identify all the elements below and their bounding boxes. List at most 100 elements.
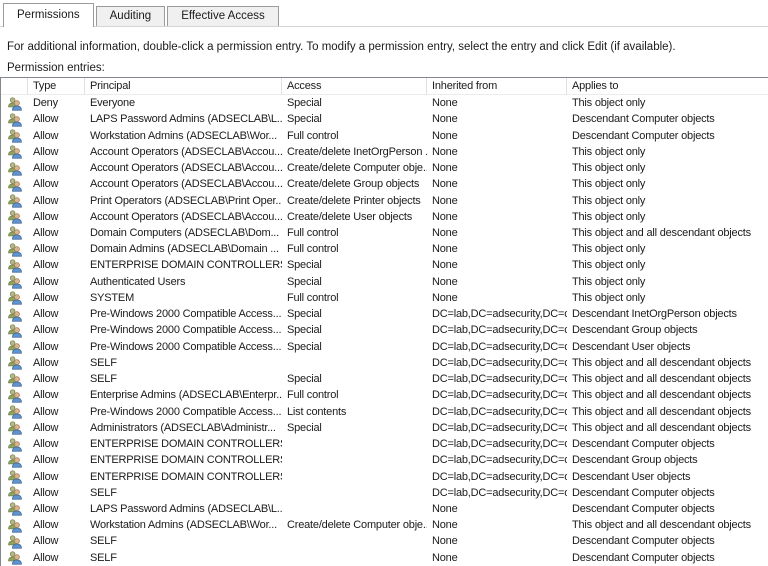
cell-access: Create/delete Printer objects: [282, 193, 427, 209]
cell-applies-to: Descendant Computer objects: [567, 501, 768, 517]
tab-effective-access[interactable]: Effective Access: [167, 6, 279, 26]
permission-row[interactable]: Allow ENTERPRISE DOMAIN CONTROLLERS DC=l…: [1, 452, 768, 468]
cell-type: Allow: [28, 420, 85, 436]
column-header-access[interactable]: Access: [282, 78, 427, 95]
user-group-icon: [7, 437, 22, 452]
cell-principal: Authenticated Users: [85, 274, 282, 290]
cell-access: [282, 452, 427, 468]
permission-entries-list: Type Principal Access Inherited from App…: [0, 77, 768, 566]
list-header: Type Principal Access Inherited from App…: [1, 78, 768, 95]
cell-type: Allow: [28, 339, 85, 355]
cell-principal: Pre-Windows 2000 Compatible Access...: [85, 322, 282, 338]
user-group-icon: [7, 339, 22, 354]
cell-principal: Account Operators (ADSECLAB\Accou...: [85, 176, 282, 192]
tab-auditing[interactable]: Auditing: [96, 6, 166, 26]
permission-row[interactable]: Allow Print Operators (ADSECLAB\Print Op…: [1, 192, 768, 208]
column-header-principal[interactable]: Principal: [85, 78, 282, 95]
user-group-icon: [7, 144, 22, 159]
permission-row[interactable]: Allow Workstation Admins (ADSECLAB\Wor..…: [1, 127, 768, 143]
permission-row[interactable]: Allow ENTERPRISE DOMAIN CONTROLLERS DC=l…: [1, 436, 768, 452]
permission-row[interactable]: Allow Workstation Admins (ADSECLAB\Wor..…: [1, 517, 768, 533]
user-group-icon: [7, 307, 22, 322]
cell-type: Allow: [28, 225, 85, 241]
permission-row[interactable]: Allow SELF DC=lab,DC=adsecurity,DC=org D…: [1, 485, 768, 501]
permission-row[interactable]: Allow SYSTEM Full control None This obje…: [1, 290, 768, 306]
cell-inherited-from: DC=lab,DC=adsecurity,DC=org: [427, 339, 567, 355]
permission-row[interactable]: Allow SELF None Descendant Computer obje…: [1, 550, 768, 566]
cell-type: Allow: [28, 193, 85, 209]
permission-row[interactable]: Allow Domain Computers (ADSECLAB\Dom... …: [1, 225, 768, 241]
cell-applies-to: This object and all descendant objects: [567, 517, 768, 533]
permission-row[interactable]: Allow LAPS Password Admins (ADSECLAB\L..…: [1, 111, 768, 127]
permission-row[interactable]: Allow SELF Special DC=lab,DC=adsecurity,…: [1, 371, 768, 387]
permission-row[interactable]: Allow Enterprise Admins (ADSECLAB\Enterp…: [1, 387, 768, 403]
cell-access: Create/delete Computer obje...: [282, 517, 427, 533]
permission-row[interactable]: Allow Pre-Windows 2000 Compatible Access…: [1, 339, 768, 355]
cell-principal: Account Operators (ADSECLAB\Accou...: [85, 209, 282, 225]
cell-access: Special: [282, 306, 427, 322]
permission-row[interactable]: Allow Pre-Windows 2000 Compatible Access…: [1, 306, 768, 322]
cell-inherited-from: DC=lab,DC=adsecurity,DC=org: [427, 485, 567, 501]
permission-row[interactable]: Allow Authenticated Users Special None T…: [1, 274, 768, 290]
permission-row[interactable]: Deny Everyone Special None This object o…: [1, 95, 768, 111]
cell-inherited-from: DC=lab,DC=adsecurity,DC=org: [427, 387, 567, 403]
user-group-icon: [7, 518, 22, 533]
cell-inherited-from: DC=lab,DC=adsecurity,DC=org: [427, 469, 567, 485]
permission-row[interactable]: Allow Domain Admins (ADSECLAB\Domain ...…: [1, 241, 768, 257]
cell-inherited-from: None: [427, 209, 567, 225]
permission-row[interactable]: Allow Pre-Windows 2000 Compatible Access…: [1, 322, 768, 338]
cell-applies-to: Descendant Group objects: [567, 452, 768, 468]
cell-access: Full control: [282, 225, 427, 241]
cell-principal: ENTERPRISE DOMAIN CONTROLLERS: [85, 436, 282, 452]
permission-row[interactable]: Allow Pre-Windows 2000 Compatible Access…: [1, 403, 768, 419]
cell-access: [282, 485, 427, 501]
cell-type: Allow: [28, 322, 85, 338]
cell-inherited-from: None: [427, 501, 567, 517]
cell-access: Special: [282, 257, 427, 273]
column-header-inherited-from[interactable]: Inherited from: [427, 78, 567, 95]
column-header-applies-to[interactable]: Applies to: [567, 78, 768, 95]
cell-access: [282, 533, 427, 549]
column-header-type[interactable]: Type: [28, 78, 85, 95]
cell-principal: Workstation Admins (ADSECLAB\Wor...: [85, 128, 282, 144]
permission-row[interactable]: Allow SELF DC=lab,DC=adsecurity,DC=org T…: [1, 355, 768, 371]
cell-inherited-from: DC=lab,DC=adsecurity,DC=org: [427, 404, 567, 420]
cell-access: [282, 501, 427, 517]
permission-row[interactable]: Allow Account Operators (ADSECLAB\Accou.…: [1, 144, 768, 160]
permission-row[interactable]: Allow Account Operators (ADSECLAB\Accou.…: [1, 176, 768, 192]
permission-row[interactable]: Allow SELF None Descendant Computer obje…: [1, 533, 768, 549]
cell-type: Allow: [28, 111, 85, 127]
cell-type: Allow: [28, 404, 85, 420]
user-group-icon: [7, 469, 22, 484]
permission-row[interactable]: Allow ENTERPRISE DOMAIN CONTROLLERS DC=l…: [1, 468, 768, 484]
permission-row[interactable]: Allow LAPS Password Admins (ADSECLAB\L..…: [1, 501, 768, 517]
cell-inherited-from: None: [427, 95, 567, 111]
cell-access: Create/delete Computer obje...: [282, 160, 427, 176]
permission-row[interactable]: Allow ENTERPRISE DOMAIN CONTROLLERS Spec…: [1, 257, 768, 273]
permission-row[interactable]: Allow Administrators (ADSECLAB\Administr…: [1, 420, 768, 436]
cell-principal: Domain Admins (ADSECLAB\Domain ...: [85, 241, 282, 257]
cell-access: Special: [282, 420, 427, 436]
cell-access: Special: [282, 322, 427, 338]
column-header-icon[interactable]: [1, 78, 28, 95]
cell-applies-to: This object and all descendant objects: [567, 387, 768, 403]
tab-permissions[interactable]: Permissions: [3, 3, 94, 27]
cell-inherited-from: None: [427, 550, 567, 566]
user-group-icon: [7, 290, 22, 305]
user-group-icon: [7, 420, 22, 435]
cell-inherited-from: DC=lab,DC=adsecurity,DC=org: [427, 355, 567, 371]
cell-access: Full control: [282, 387, 427, 403]
permission-row[interactable]: Allow Account Operators (ADSECLAB\Accou.…: [1, 160, 768, 176]
user-group-icon: [7, 355, 22, 370]
permission-row[interactable]: Allow Account Operators (ADSECLAB\Accou.…: [1, 209, 768, 225]
cell-inherited-from: None: [427, 144, 567, 160]
cell-applies-to: Descendant Computer objects: [567, 550, 768, 566]
cell-applies-to: This object only: [567, 241, 768, 257]
cell-inherited-from: DC=lab,DC=adsecurity,DC=org: [427, 452, 567, 468]
cell-type: Allow: [28, 306, 85, 322]
cell-principal: SELF: [85, 485, 282, 501]
cell-applies-to: Descendant Computer objects: [567, 128, 768, 144]
cell-principal: Workstation Admins (ADSECLAB\Wor...: [85, 517, 282, 533]
cell-applies-to: Descendant User objects: [567, 339, 768, 355]
cell-access: Create/delete User objects: [282, 209, 427, 225]
